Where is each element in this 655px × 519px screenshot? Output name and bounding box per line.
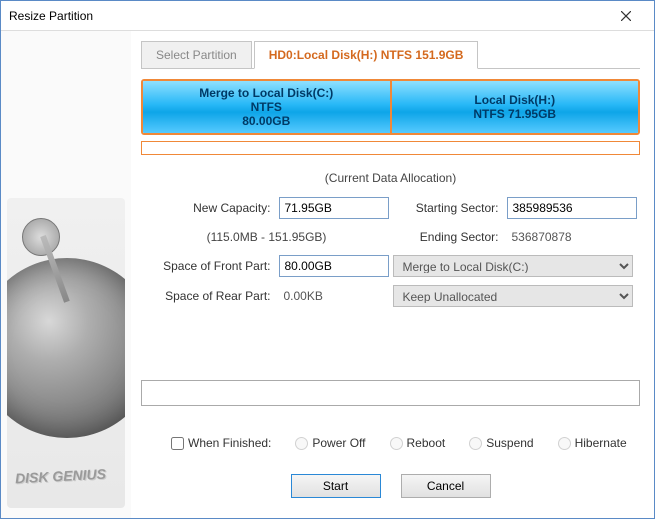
start-button[interactable]: Start: [291, 474, 381, 498]
sidebar: [1, 31, 131, 518]
capacity-range-hint: (115.0MB - 151.95GB): [145, 230, 389, 244]
titlebar: Resize Partition: [1, 1, 654, 31]
new-capacity-label: New Capacity:: [145, 201, 275, 215]
close-button[interactable]: [606, 2, 646, 30]
close-icon: [621, 11, 631, 21]
content-area: Select Partition HD0:Local Disk(H:) NTFS…: [1, 31, 654, 518]
button-row: Start Cancel: [141, 474, 640, 498]
when-finished-checkbox[interactable]: When Finished:: [171, 436, 271, 450]
tab-disk-info[interactable]: HD0:Local Disk(H:) NTFS 151.9GB: [254, 41, 479, 69]
partition-fs: NTFS: [251, 100, 282, 114]
tab-select-partition[interactable]: Select Partition: [141, 41, 252, 69]
main-panel: Select Partition HD0:Local Disk(H:) NTFS…: [131, 31, 654, 518]
start-sector-input[interactable]: [507, 197, 637, 219]
partition-size: 80.00GB: [242, 114, 290, 128]
start-sector-label: Starting Sector:: [393, 201, 503, 215]
end-sector-label: Ending Sector:: [393, 230, 503, 244]
radio-suspend[interactable]: Suspend: [469, 436, 533, 450]
rear-space-select[interactable]: Keep Unallocated: [393, 285, 633, 307]
front-space-select[interactable]: Merge to Local Disk(C:): [393, 255, 633, 277]
partition-name: Local Disk(H:): [474, 93, 555, 107]
partition-fs-size: NTFS 71.95GB: [473, 107, 556, 121]
radio-hibernate[interactable]: Hibernate: [558, 436, 627, 450]
partition-block-h[interactable]: Local Disk(H:) NTFS 71.95GB: [392, 81, 639, 133]
disk-illustration: [7, 198, 125, 508]
partition-diagram[interactable]: Merge to Local Disk(C:) NTFS 80.00GB Loc…: [141, 79, 640, 135]
allocation-caption: (Current Data Allocation): [141, 171, 640, 185]
tab-bar: Select Partition HD0:Local Disk(H:) NTFS…: [141, 41, 640, 69]
rear-space-value: 0.00KB: [279, 286, 389, 306]
when-finished-cb-input[interactable]: [171, 437, 184, 450]
cancel-button[interactable]: Cancel: [401, 474, 491, 498]
end-sector-value: 536870878: [507, 227, 637, 247]
form-grid: New Capacity: Starting Sector: (115.0MB …: [141, 197, 640, 307]
partition-block-merge-c[interactable]: Merge to Local Disk(C:) NTFS 80.00GB: [143, 81, 392, 133]
partition-name: Merge to Local Disk(C:): [199, 86, 333, 100]
when-finished-row: When Finished: Power Off Reboot Suspend …: [141, 436, 640, 450]
radio-poweroff[interactable]: Power Off: [295, 436, 365, 450]
status-box: [141, 380, 640, 406]
front-space-label: Space of Front Part:: [145, 259, 275, 273]
radio-reboot[interactable]: Reboot: [390, 436, 446, 450]
front-space-input[interactable]: [279, 255, 389, 277]
new-capacity-input[interactable]: [279, 197, 389, 219]
window-title: Resize Partition: [9, 9, 606, 23]
rear-space-label: Space of Rear Part:: [145, 289, 275, 303]
allocation-bar[interactable]: [141, 141, 640, 155]
